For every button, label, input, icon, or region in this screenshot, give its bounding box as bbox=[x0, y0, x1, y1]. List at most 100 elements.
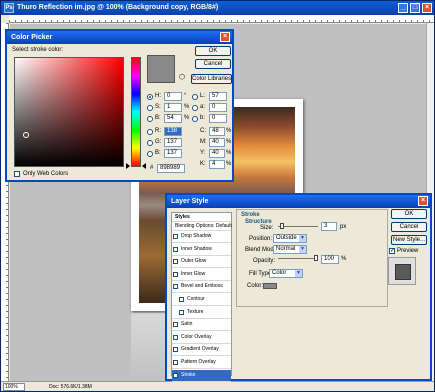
style-item[interactable]: Pattern Overlay bbox=[172, 357, 231, 369]
hue-slider-arrow-left-icon[interactable] bbox=[126, 163, 130, 169]
style-item-checkbox[interactable] bbox=[173, 334, 178, 340]
cancel-button[interactable]: Cancel bbox=[391, 222, 427, 232]
new-style-button[interactable]: New Style... bbox=[391, 235, 427, 245]
style-item-checkbox[interactable] bbox=[173, 322, 178, 328]
status-bar: 100% Doc: 576.6K/1.38M bbox=[1, 381, 434, 391]
label-k: K: bbox=[200, 161, 206, 167]
radio-h[interactable] bbox=[147, 94, 153, 100]
opacity-field[interactable]: 100 bbox=[321, 255, 339, 264]
field-a[interactable]: 0 bbox=[209, 103, 227, 112]
fill-type-dropdown[interactable]: Color ▼ bbox=[269, 269, 303, 278]
style-item[interactable]: Gradient Overlay bbox=[172, 344, 231, 357]
field-l[interactable]: 57 bbox=[209, 92, 227, 101]
style-item[interactable]: Color Overlay bbox=[172, 332, 231, 344]
field-c[interactable]: 48 bbox=[209, 127, 225, 136]
styles-header[interactable]: Styles bbox=[172, 213, 231, 222]
unit-h: ° bbox=[184, 93, 187, 99]
style-item[interactable]: ✓ Stroke bbox=[172, 369, 231, 382]
style-item-checkbox[interactable] bbox=[173, 347, 178, 353]
size-field[interactable]: 3 bbox=[321, 222, 337, 231]
radio-l[interactable] bbox=[192, 94, 198, 100]
field-h[interactable]: 0 bbox=[164, 92, 182, 101]
radio-a[interactable] bbox=[192, 105, 198, 111]
styles-list: Styles Blending Options: Default Drop Sh… bbox=[171, 212, 232, 382]
chevron-down-icon: ▼ bbox=[295, 270, 302, 277]
close-icon[interactable]: × bbox=[220, 32, 230, 42]
style-item-label: Texture bbox=[187, 308, 204, 315]
preview-checkbox[interactable]: ✓ bbox=[389, 248, 395, 254]
label-s: S: bbox=[155, 104, 161, 110]
ok-button[interactable]: OK bbox=[195, 46, 231, 56]
radio-s[interactable] bbox=[147, 105, 153, 111]
style-item-checkbox[interactable]: ✓ bbox=[173, 372, 178, 378]
cancel-button[interactable]: Cancel bbox=[195, 59, 231, 69]
position-dropdown[interactable]: Outside ▼ bbox=[273, 234, 307, 243]
style-item[interactable]: Inner Glow bbox=[172, 269, 231, 281]
field-b[interactable]: 54 bbox=[164, 114, 182, 123]
maximize-icon[interactable]: □ bbox=[410, 3, 420, 13]
zoom-field[interactable]: 100% bbox=[3, 383, 25, 391]
blend-mode-value: Normal bbox=[276, 246, 296, 252]
close-icon[interactable]: × bbox=[422, 3, 432, 13]
style-item-checkbox[interactable] bbox=[173, 259, 178, 265]
opacity-slider[interactable] bbox=[278, 255, 318, 261]
saturation-brightness-field[interactable] bbox=[14, 57, 124, 167]
style-item[interactable]: Contour bbox=[172, 294, 231, 306]
style-item[interactable]: Bevel and Emboss bbox=[172, 281, 231, 294]
cube-warning-icon[interactable]: ⬡ bbox=[179, 73, 185, 81]
style-item-checkbox[interactable] bbox=[173, 246, 178, 252]
style-item-checkbox[interactable] bbox=[173, 284, 178, 290]
field-lab-b[interactable]: 0 bbox=[209, 114, 227, 123]
label-b: B: bbox=[155, 115, 161, 121]
layer-style-title-bar[interactable]: Layer Style × bbox=[167, 195, 430, 208]
color-libraries-button[interactable]: Color Libraries bbox=[191, 74, 232, 84]
opacity-label: Opacity: bbox=[253, 258, 276, 264]
field-s[interactable]: 1 bbox=[164, 103, 182, 112]
style-item[interactable]: Texture bbox=[172, 307, 231, 319]
close-icon[interactable]: × bbox=[418, 196, 428, 206]
blending-options-item[interactable]: Blending Options: Default bbox=[172, 222, 232, 231]
field-y[interactable]: 40 bbox=[209, 149, 225, 158]
color-picker-title-bar[interactable]: Color Picker × bbox=[7, 31, 232, 44]
color-marker[interactable] bbox=[23, 132, 29, 138]
color-picker-title: Color Picker bbox=[11, 34, 53, 41]
style-item-checkbox[interactable] bbox=[173, 271, 178, 277]
field-k[interactable]: 4 bbox=[209, 160, 225, 169]
field-g[interactable]: 137 bbox=[164, 138, 182, 147]
ok-button[interactable]: OK bbox=[391, 209, 427, 219]
style-item-checkbox[interactable] bbox=[173, 360, 178, 365]
size-slider-knob[interactable] bbox=[279, 223, 284, 229]
radio-blue[interactable] bbox=[147, 151, 153, 157]
hue-slider-arrow-right-icon[interactable] bbox=[142, 163, 146, 169]
style-item[interactable]: Outer Glow bbox=[172, 256, 231, 269]
hue-slider[interactable] bbox=[131, 57, 141, 167]
only-web-colors-checkbox[interactable] bbox=[14, 171, 20, 177]
radio-lab-b[interactable] bbox=[192, 116, 198, 122]
document-title-bar[interactable]: Ps Thuro Reflection im.jpg @ 100% (Backg… bbox=[1, 1, 434, 15]
minimize-icon[interactable]: _ bbox=[398, 3, 408, 13]
opacity-slider-knob[interactable] bbox=[314, 255, 318, 261]
radio-r[interactable] bbox=[147, 129, 153, 135]
hex-field[interactable]: 898989 bbox=[157, 164, 185, 173]
document-info[interactable]: Doc: 576.6K/1.38M bbox=[49, 384, 92, 390]
opacity-unit: % bbox=[341, 256, 347, 262]
field-blue[interactable]: 137 bbox=[164, 149, 182, 158]
blend-mode-dropdown[interactable]: Normal ▼ bbox=[273, 245, 307, 254]
radio-b[interactable] bbox=[147, 116, 153, 122]
select-color-prompt: Select stroke color: bbox=[12, 47, 64, 53]
style-item-checkbox[interactable] bbox=[173, 234, 178, 239]
style-item[interactable]: Satin bbox=[172, 319, 231, 332]
stroke-panel-title: Stroke bbox=[241, 212, 260, 218]
style-item[interactable]: Drop Shadow bbox=[172, 231, 231, 243]
label-blue: B: bbox=[155, 150, 161, 156]
field-r[interactable]: 138 bbox=[164, 127, 182, 136]
style-item-label: Drop Shadow bbox=[181, 233, 212, 239]
style-item[interactable]: Inner Shadow bbox=[172, 244, 231, 256]
stroke-color-swatch[interactable] bbox=[263, 283, 277, 289]
radio-g[interactable] bbox=[147, 140, 153, 146]
label-m: M: bbox=[200, 139, 207, 145]
style-item-checkbox[interactable] bbox=[179, 297, 184, 302]
field-m[interactable]: 40 bbox=[209, 138, 225, 147]
style-item-checkbox[interactable] bbox=[179, 309, 184, 315]
size-slider[interactable] bbox=[278, 223, 318, 229]
